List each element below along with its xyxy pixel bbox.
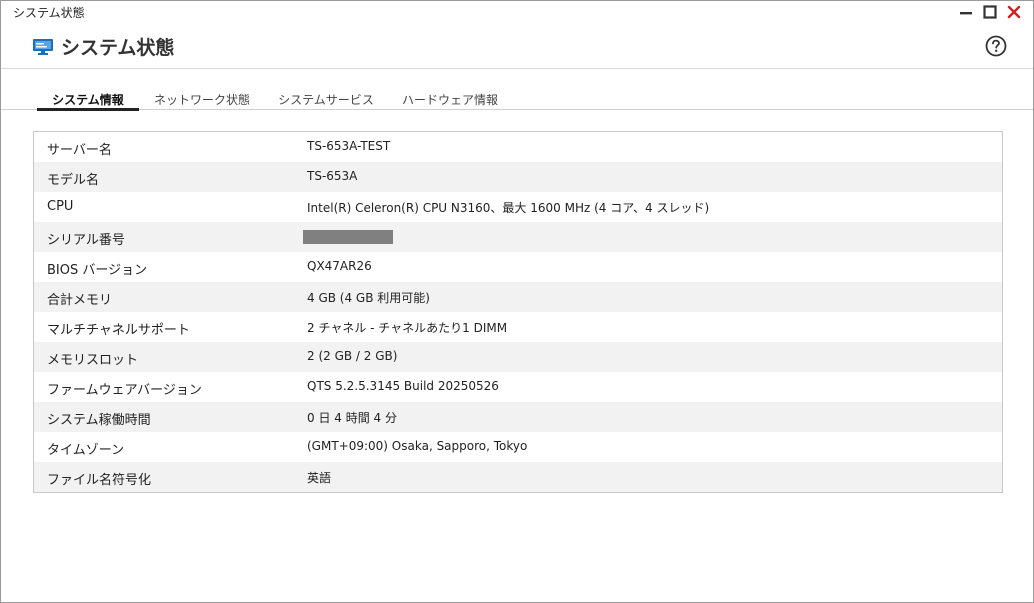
table-row-timezone: タイムゾーン (GMT+09:00) Osaka, Sapporo, Tokyo xyxy=(34,432,1002,462)
help-icon[interactable] xyxy=(985,35,1007,57)
table-row-bios-version: BIOS バージョン QX47AR26 xyxy=(34,252,1002,282)
tab-system-info[interactable]: システム情報 xyxy=(37,91,139,111)
tab-label: システムサービス xyxy=(278,93,374,107)
row-label: BIOS バージョン xyxy=(47,263,148,278)
tab-label: システム情報 xyxy=(52,93,124,107)
row-value: QX47AR26 xyxy=(307,259,372,273)
tab-hardware-info[interactable]: ハードウェア情報 xyxy=(399,91,501,109)
row-value: QTS 5.2.5.3145 Build 20250526 xyxy=(307,379,499,393)
row-value: TS-653A-TEST xyxy=(307,139,391,153)
tab-label: ハードウェア情報 xyxy=(401,93,498,107)
row-label: モデル名 xyxy=(47,173,100,188)
row-value: 英語 xyxy=(307,471,332,485)
table-row-memory-slots: メモリスロット 2 (2 GB / 2 GB) xyxy=(34,342,1002,372)
row-label: システム稼働時間 xyxy=(47,413,151,428)
row-value: (GMT+09:00) Osaka, Sapporo, Tokyo xyxy=(307,439,528,453)
table-row-filename-encoding: ファイル名符号化 英語 xyxy=(34,462,1002,492)
row-value: 0 日 4 時間 4 分 xyxy=(307,411,397,425)
monitor-icon xyxy=(33,39,53,55)
table-row-cpu: CPU Intel(R) Celeron(R) CPU N3160、最大 160… xyxy=(34,192,1002,222)
maximize-icon[interactable] xyxy=(982,4,998,20)
row-label: 合計メモリ xyxy=(47,293,113,308)
table-row-server-name: サーバー名 TS-653A-TEST xyxy=(34,132,1002,162)
row-label: サーバー名 xyxy=(47,143,112,158)
row-value: 4 GB (4 GB 利用可能) xyxy=(307,291,430,305)
row-label: タイムゾーン xyxy=(47,443,125,458)
row-label: メモリスロット xyxy=(47,353,139,368)
row-label: ファイル名符号化 xyxy=(47,473,152,488)
row-value: 2 (2 GB / 2 GB) xyxy=(307,349,398,363)
table-row-firmware-version: ファームウェアバージョン QTS 5.2.5.3145 Build 202505… xyxy=(34,372,1002,402)
app-window: システム状態 システム状態 システム情報 ネットワーク状態 システムサービス ハ… xyxy=(0,0,1034,603)
tab-system-services[interactable]: システムサービス xyxy=(275,91,377,109)
row-label: シリアル番号 xyxy=(47,233,125,248)
tab-network-status[interactable]: ネットワーク状態 xyxy=(151,91,253,109)
row-label: マルチチャネルサポート xyxy=(47,323,190,338)
table-row-multichannel: マルチチャネルサポート 2 チャネル - チャネルあたり1 DIMM xyxy=(34,312,1002,342)
row-value: 2 チャネル - チャネルあたり1 DIMM xyxy=(307,321,508,335)
window-title: システム状態 xyxy=(13,6,85,20)
app-header: システム状態 xyxy=(1,23,1033,69)
tab-label: ネットワーク状態 xyxy=(153,93,250,107)
tab-bar: システム情報 ネットワーク状態 システムサービス ハードウェア情報 xyxy=(1,87,1033,111)
page-title: システム状態 xyxy=(61,37,175,59)
row-value: Intel(R) Celeron(R) CPU N3160、最大 1600 MH… xyxy=(307,201,710,215)
title-bar[interactable]: システム状態 xyxy=(1,1,1033,23)
row-label: CPU xyxy=(47,199,74,214)
close-icon[interactable] xyxy=(1006,4,1022,20)
minimize-icon[interactable] xyxy=(958,4,974,20)
system-info-table: サーバー名 TS-653A-TEST モデル名 TS-653A CPU Inte… xyxy=(33,131,1003,493)
table-row-uptime: システム稼働時間 0 日 4 時間 4 分 xyxy=(34,402,1002,432)
table-row-model-name: モデル名 TS-653A xyxy=(34,162,1002,192)
table-row-total-memory: 合計メモリ 4 GB (4 GB 利用可能) xyxy=(34,282,1002,312)
row-value: TS-653A xyxy=(307,169,358,183)
redacted-serial-block xyxy=(303,230,393,244)
table-row-serial-number: シリアル番号 xyxy=(34,222,1002,252)
row-label: ファームウェアバージョン xyxy=(47,383,202,398)
